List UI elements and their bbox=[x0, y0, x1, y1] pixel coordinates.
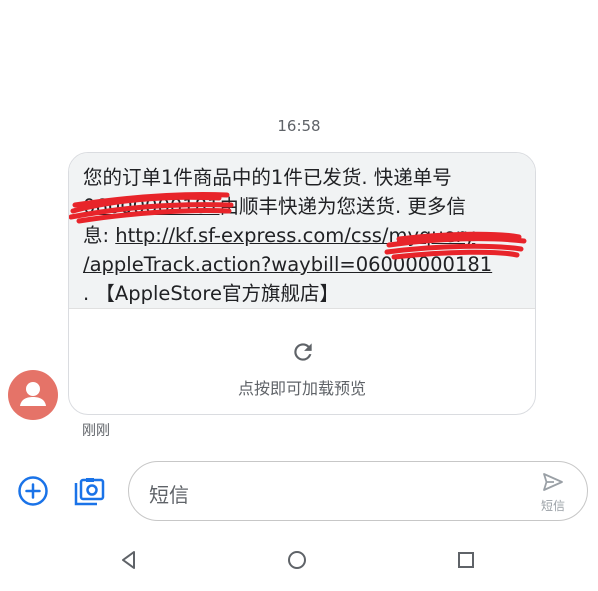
link-preview[interactable]: 点按即可加载预览 bbox=[69, 308, 535, 414]
send-icon bbox=[543, 473, 563, 491]
recents-icon bbox=[458, 552, 474, 568]
preview-label: 点按即可加载预览 bbox=[237, 379, 366, 398]
add-icon bbox=[18, 476, 48, 506]
message-text: 您的订单1件商品中的1件已发货. 快递单号 06000000181由顺丰快递为您… bbox=[69, 153, 535, 308]
back-icon bbox=[122, 551, 135, 569]
send-button[interactable]: 短信 bbox=[531, 468, 575, 516]
message-bubble[interactable]: 您的订单1件商品中的1件已发货. 快递单号 06000000181由顺丰快递为您… bbox=[68, 152, 536, 415]
nav-home-button[interactable] bbox=[286, 549, 308, 571]
sender-avatar[interactable] bbox=[8, 370, 58, 420]
nav-recents-button[interactable] bbox=[455, 549, 477, 571]
message-line-5: . 【AppleStore官方旗舰店】 bbox=[83, 282, 339, 305]
message-input[interactable]: 短信 短信 bbox=[128, 461, 588, 521]
add-button[interactable] bbox=[17, 475, 49, 507]
message-line-3: 息: http://kf.sf-express.com/css/myquery bbox=[83, 224, 476, 247]
message-line-1: 您的订单1件商品中的1件已发货. 快递单号 bbox=[83, 166, 452, 189]
gallery-button[interactable] bbox=[72, 475, 106, 509]
home-icon bbox=[288, 551, 306, 569]
gallery-icon bbox=[74, 478, 105, 506]
message-input-placeholder: 短信 bbox=[149, 483, 189, 507]
person-icon bbox=[20, 382, 46, 406]
tracking-link-part-2[interactable]: /appleTrack.action?waybill=06000000181 bbox=[83, 250, 521, 279]
nav-back-button[interactable] bbox=[118, 549, 140, 571]
send-label: 短信 bbox=[540, 499, 565, 513]
sent-time: 刚刚 bbox=[82, 423, 110, 439]
message-timestamp: 16:58 bbox=[277, 117, 321, 135]
refresh-icon bbox=[294, 343, 312, 361]
message-line-2: 06000000181由顺丰快递为您送货. 更多信 bbox=[83, 195, 466, 218]
tracking-number[interactable]: 06000000181 bbox=[83, 195, 219, 218]
tracking-link-part-1[interactable]: http://kf.sf-express.com/css/myquery bbox=[115, 224, 475, 247]
